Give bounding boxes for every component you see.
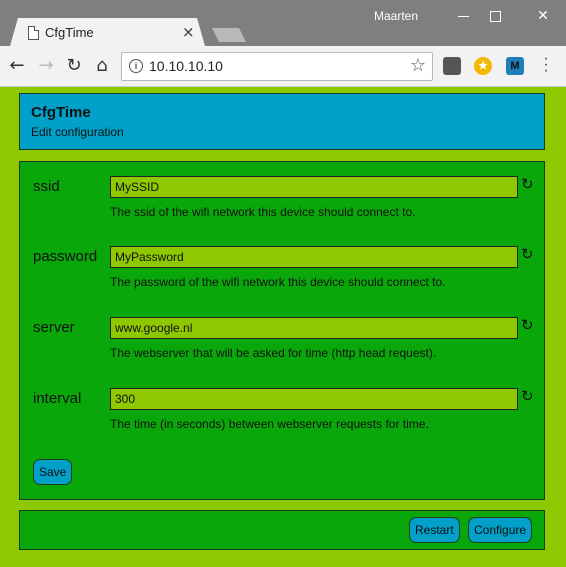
reset-icon[interactable]: ↻: [521, 245, 534, 263]
page-title: CfgTime: [31, 104, 91, 121]
field-ssid: ssid ↻ The ssid of the wifi network this…: [20, 175, 544, 236]
reload-button[interactable]: ↻: [62, 54, 86, 78]
browser-toolbar: ← → ↻ ⌂ i 10.10.10.10 ☆ ★ M · · ·: [0, 46, 566, 87]
page-icon: [28, 26, 39, 40]
field-label: server: [33, 319, 75, 336]
page-subtitle: Edit configuration: [31, 125, 124, 139]
ssid-input[interactable]: [110, 176, 518, 198]
reset-icon[interactable]: ↻: [521, 316, 534, 334]
field-password: password ↻ The password of the wifi netw…: [20, 245, 544, 306]
extension-star-icon[interactable]: ★: [474, 57, 492, 75]
back-button[interactable]: ←: [5, 54, 29, 78]
interval-input[interactable]: [110, 388, 518, 410]
browser-tab[interactable]: CfgTime ×: [10, 18, 205, 48]
minimize-icon: [457, 16, 469, 17]
field-label: interval: [33, 390, 82, 407]
browser-menu-icon[interactable]: · · ·: [541, 51, 551, 79]
field-label: ssid: [33, 178, 60, 195]
reset-icon[interactable]: ↻: [521, 175, 534, 193]
maximize-button[interactable]: [480, 4, 510, 28]
info-icon[interactable]: i: [129, 59, 143, 73]
password-input[interactable]: [110, 246, 518, 268]
field-interval: interval ↻ The time (in seconds) between…: [20, 387, 544, 448]
bookmark-star-icon[interactable]: ☆: [410, 55, 426, 76]
field-help: The password of the wifi network this de…: [110, 275, 446, 289]
profile-name[interactable]: Maarten: [374, 9, 418, 23]
restart-button[interactable]: Restart: [409, 517, 460, 543]
browser-title-bar: CfgTime × Maarten ✕: [0, 0, 566, 48]
page-content: CfgTime Edit configuration ssid ↻ The ss…: [0, 87, 566, 567]
field-help: The ssid of the wifi network this device…: [110, 205, 416, 219]
maximize-icon: [489, 11, 501, 22]
tab-title: CfgTime: [45, 25, 94, 40]
configure-button[interactable]: Configure: [468, 517, 533, 543]
field-server: server ↻ The webserver that will be aske…: [20, 316, 544, 377]
tab-close-icon[interactable]: ×: [182, 23, 195, 41]
config-form: ssid ↻ The ssid of the wifi network this…: [19, 161, 545, 500]
extension-m-icon[interactable]: M: [506, 57, 524, 75]
url-text[interactable]: 10.10.10.10: [149, 58, 223, 74]
new-tab-button[interactable]: [212, 28, 246, 42]
reset-icon[interactable]: ↻: [521, 387, 534, 405]
save-button[interactable]: Save: [33, 459, 73, 485]
field-help: The webserver that will be asked for tim…: [110, 346, 437, 360]
field-label: password: [33, 248, 98, 265]
home-button[interactable]: ⌂: [90, 54, 114, 78]
forward-button[interactable]: →: [34, 54, 58, 78]
server-input[interactable]: [110, 317, 518, 339]
address-bar[interactable]: i 10.10.10.10 ☆: [121, 52, 433, 81]
close-window-button[interactable]: ✕: [528, 4, 558, 28]
header-panel: CfgTime Edit configuration: [19, 93, 545, 150]
action-panel: Restart Configure: [19, 510, 545, 550]
minimize-button[interactable]: [448, 4, 478, 28]
field-help: The time (in seconds) between webserver …: [110, 417, 429, 431]
extension-pocket-icon[interactable]: [443, 57, 461, 75]
